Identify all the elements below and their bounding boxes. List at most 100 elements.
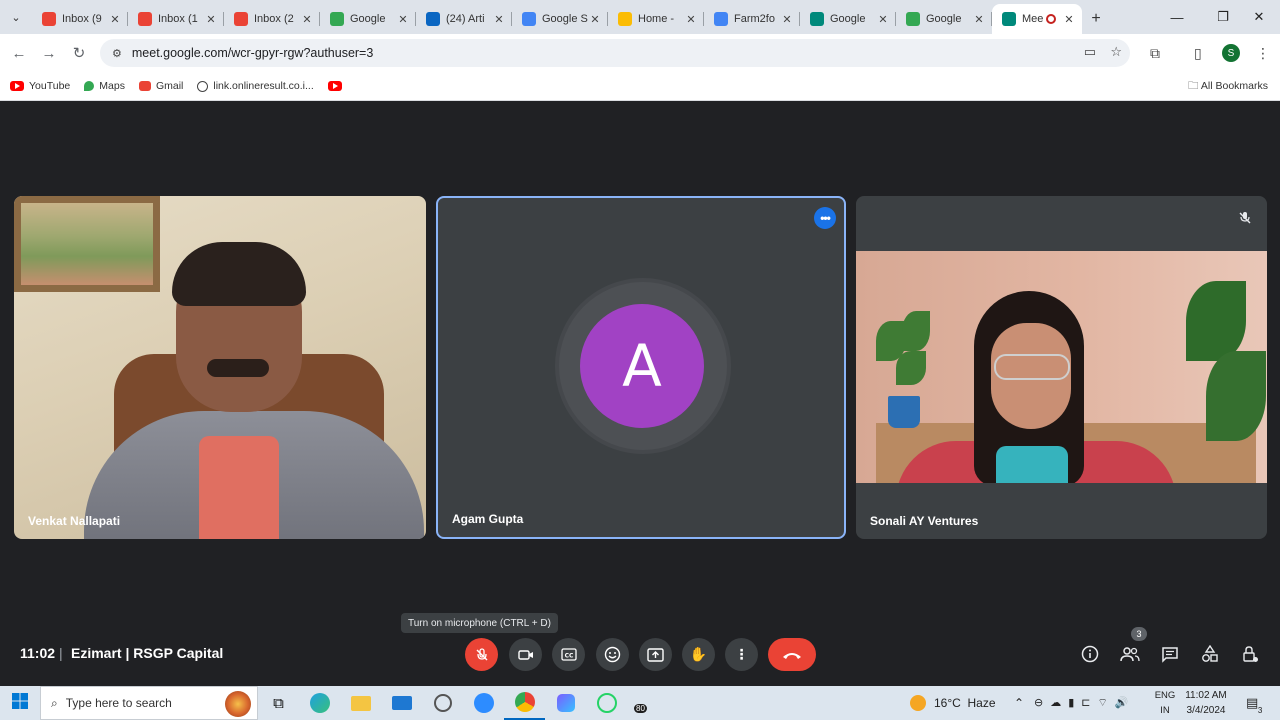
reload-button[interactable]: ↻ [64,44,94,62]
close-tab-icon[interactable]: ✕ [396,13,410,26]
zoom-icon[interactable] [463,686,504,720]
bookmark-gmail[interactable]: Gmail [138,80,183,92]
present-screen-button[interactable] [639,638,672,671]
video-camera-icon [517,649,533,660]
gmail-icon [138,81,151,91]
google-icon [522,12,536,26]
raise-hand-button[interactable]: ✋ [682,638,715,671]
participant-name: Sonali AY Ventures [870,514,979,528]
browser-tab[interactable]: Google ✕ [800,4,896,34]
file-explorer-icon[interactable] [340,686,381,720]
video-plant-leaf [896,351,926,385]
close-tab-icon[interactable]: ✕ [972,13,986,26]
tab-title: Mee [1022,13,1044,25]
maps-icon [84,81,95,91]
close-window-button[interactable]: ✕ [1236,0,1280,34]
tab-title: Inbox (1 [158,13,198,25]
meet-stage: Venkat Nallapati A ••• Agam Gupta Sonali… [0,101,1280,686]
browser-tab[interactable]: Inbox (1 ✕ [128,4,224,34]
input-language-region: IN [1160,705,1170,716]
microphone-button[interactable] [465,638,498,671]
video-person-hair [172,242,306,306]
participant-tile-venkat[interactable]: Venkat Nallapati [14,196,426,539]
browser-tab[interactable]: Inbox (2 ✕ [224,4,320,34]
close-tab-icon[interactable]: ✕ [588,13,602,26]
more-vertical-icon: ⋮ [734,646,749,662]
browser-tab[interactable]: Farm2fo ✕ [704,4,800,34]
browser-tab[interactable]: Home - ✕ [608,4,704,34]
windows-start-button[interactable] [0,693,40,713]
meeting-details-icon[interactable] [1079,643,1101,665]
chrome-icon[interactable] [504,686,545,720]
leave-call-button[interactable] [768,638,816,671]
host-controls-icon[interactable] [1239,643,1261,665]
microphone-tooltip: Turn on microphone (CTRL + D) [401,613,558,633]
browser-tab[interactable]: (24) Arti ✕ [416,4,512,34]
mail-icon[interactable] [381,686,422,720]
browser-tab[interactable]: Mee ✕ [992,4,1082,34]
browser-tab[interactable]: Google ✕ [320,4,416,34]
extensions-icon[interactable]: ⧉ [1150,45,1160,62]
whatsapp-icon[interactable] [586,686,627,720]
meeting-name: Ezimart | RSGP Capital [71,645,224,661]
chat-icon[interactable] [1159,643,1181,665]
minimize-button[interactable]: — [1154,0,1200,34]
address-toolbar: ← → ↻ ⚙ meet.google.com/wcr-gpyr-rgw?aut… [0,34,1280,72]
back-button[interactable]: ← [4,45,34,62]
captions-button[interactable]: CC [552,638,585,671]
tab-search-chevron-icon[interactable]: ⌄ [0,0,32,34]
video-background-painting [14,196,160,292]
present-screen-icon [647,647,664,662]
browser-tab[interactable]: Inbox (9 ✕ [32,4,128,34]
google-sheets-icon [906,12,920,26]
clock-app-icon[interactable] [422,686,463,720]
camera-button[interactable] [509,638,542,671]
bookmark-onlineresult[interactable]: link.onlineresult.co.i... [197,80,314,92]
task-view-icon[interactable]: ⧉ [258,686,299,720]
participant-tile-agam[interactable]: A ••• Agam Gupta [436,196,846,539]
site-info-icon[interactable]: ⚙ [112,47,122,60]
system-tray-icons[interactable]: ⊖☁▮⊏⌔🔊 [1034,686,1136,720]
video-person-glasses [994,354,1070,380]
browser-menu-icon[interactable]: ⋮ [1256,45,1270,62]
taskbar-clock[interactable]: 11:02 AM 3/4/2024 [1180,688,1232,718]
profile-avatar[interactable]: S [1222,44,1240,62]
forward-button[interactable]: → [34,45,64,62]
url-omnibox[interactable]: ⚙ meet.google.com/wcr-gpyr-rgw?authuser=… [100,39,1130,67]
input-language[interactable]: ENG IN [1152,688,1178,718]
browser-tab[interactable]: Google ✕ [896,4,992,34]
weather-widget[interactable]: 16°C Haze [910,686,996,720]
close-tab-icon[interactable]: ✕ [300,13,314,26]
people-icon[interactable] [1119,643,1141,665]
browser-tab-strip: ⌄ Inbox (9 ✕ Inbox (1 ✕ Inbox (2 ✕ Google ✕ (24)… [0,0,1280,34]
close-tab-icon[interactable]: ✕ [108,13,122,26]
close-tab-icon[interactable]: ✕ [204,13,218,26]
close-tab-icon[interactable]: ✕ [684,13,698,26]
camera-in-use-icon[interactable]: ▭ [1084,44,1096,60]
copilot-icon[interactable] [545,686,586,720]
more-options-icon[interactable]: ••• [814,207,836,229]
bookmark-youtube[interactable]: YouTube [10,80,70,92]
close-tab-icon[interactable]: ✕ [492,13,506,26]
close-tab-icon[interactable]: ✕ [1062,13,1076,26]
all-bookmarks-button[interactable]: 🗀 All Bookmarks [1188,78,1268,96]
more-options-button[interactable]: ⋮ [725,638,758,671]
bookmarks-bar: YouTube Maps Gmail link.onlineresult.co.… [0,72,1280,101]
close-tab-icon[interactable]: ✕ [876,13,890,26]
reactions-button[interactable] [596,638,629,671]
participant-tile-sonali[interactable]: Sonali AY Ventures [856,196,1267,539]
bookmark-maps[interactable]: Maps [84,80,125,92]
tab-title: Google [830,13,866,25]
new-tab-button[interactable]: + [1082,4,1110,34]
browser-tab[interactable]: Google S ✕ [512,4,608,34]
bookmark-youtube-2[interactable] [327,81,347,91]
tray-overflow-icon[interactable]: ⌃ [1014,686,1024,720]
side-panel-icon[interactable]: ▯ [1194,45,1202,62]
activities-icon[interactable] [1199,643,1221,665]
close-tab-icon[interactable]: ✕ [780,13,794,26]
participant-name: Agam Gupta [452,512,524,526]
bookmark-star-icon[interactable]: ☆ [1110,44,1122,60]
edge-browser-icon[interactable] [299,686,340,720]
notifications-icon[interactable]: ▤ 3 [1246,686,1262,720]
taskbar-search-box[interactable]: ⌕ Type here to search [40,686,258,720]
